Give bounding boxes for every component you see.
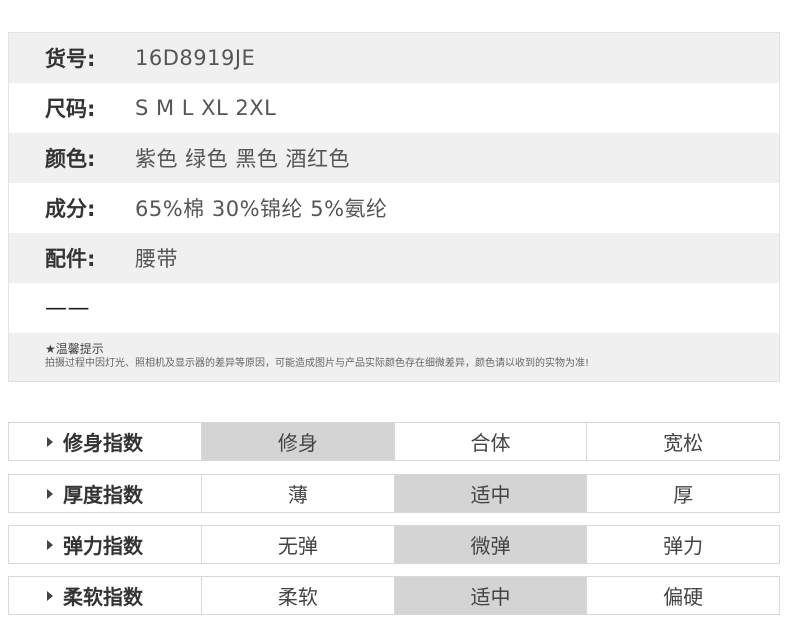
spec-row-material: 成分: 65%棉 30%锦纶 5%氨纶 <box>9 183 779 233</box>
softness-option-medium: 适中 <box>394 577 588 614</box>
softness-option-soft: 柔软 <box>202 577 395 614</box>
triangle-right-icon <box>47 590 53 601</box>
product-spec-table: 货号: 16D8919JE 尺码: S M L XL 2XL 颜色: 紫色 绿色… <box>8 32 780 382</box>
size-value: S M L XL 2XL <box>135 96 277 120</box>
triangle-right-icon <box>47 539 53 550</box>
thickness-index-label: 厚度指数 <box>9 475 202 512</box>
thickness-option-thin: 薄 <box>202 475 395 512</box>
thickness-option-medium: 适中 <box>394 475 588 512</box>
item-number-label: 货号: <box>45 47 96 71</box>
accessory-value: 腰带 <box>135 247 178 271</box>
tip-title: ★温馨提示 <box>45 342 104 356</box>
elasticity-index-row: 弹力指数 无弹 微弹 弹力 <box>8 525 780 564</box>
tip-text: 拍摄过程中因灯光、照相机及显示器的差异等原因，可能造成图片与产品实际颜色存在细微… <box>45 358 590 369</box>
item-number-value: 16D8919JE <box>135 46 256 70</box>
tip-box: ★温馨提示 拍摄过程中因灯光、照相机及显示器的差异等原因，可能造成图片与产品实际… <box>9 333 779 381</box>
size-label: 尺码: <box>45 97 96 121</box>
fit-option-loose: 宽松 <box>663 431 704 455</box>
fit-option-slim: 修身 <box>202 423 395 460</box>
color-value: 紫色 绿色 黑色 酒红色 <box>135 147 351 171</box>
fit-index-label: 修身指数 <box>9 423 202 460</box>
spec-row-extra: —— <box>9 283 779 333</box>
spec-row-item-number: 货号: 16D8919JE <box>9 33 779 83</box>
spec-row-accessory: 配件: 腰带 <box>9 233 779 283</box>
triangle-right-icon <box>47 436 53 447</box>
elasticity-option-slight: 微弹 <box>394 526 588 563</box>
softness-option-stiff: 偏硬 <box>663 585 704 609</box>
elasticity-option-none: 无弹 <box>202 526 395 563</box>
spec-row-color: 颜色: 紫色 绿色 黑色 酒红色 <box>9 133 779 183</box>
color-label: 颜色: <box>45 147 96 171</box>
softness-index-row: 柔软指数 柔软 适中 偏硬 <box>8 576 780 615</box>
accessory-label: 配件: <box>45 247 96 271</box>
elasticity-index-label: 弹力指数 <box>9 526 202 563</box>
extra-value: —— <box>45 295 90 321</box>
triangle-right-icon <box>47 488 53 499</box>
elasticity-option-stretch: 弹力 <box>663 534 704 558</box>
thickness-index-row: 厚度指数 薄 适中 厚 <box>8 474 780 513</box>
spec-row-size: 尺码: S M L XL 2XL <box>9 83 779 133</box>
material-value: 65%棉 30%锦纶 5%氨纶 <box>135 197 388 221</box>
fit-option-regular: 合体 <box>395 423 588 460</box>
fit-index-row: 修身指数 修身 合体 宽松 <box>8 422 780 461</box>
softness-index-label: 柔软指数 <box>9 577 202 614</box>
material-label: 成分: <box>45 197 96 221</box>
thickness-option-thick: 厚 <box>673 483 694 507</box>
